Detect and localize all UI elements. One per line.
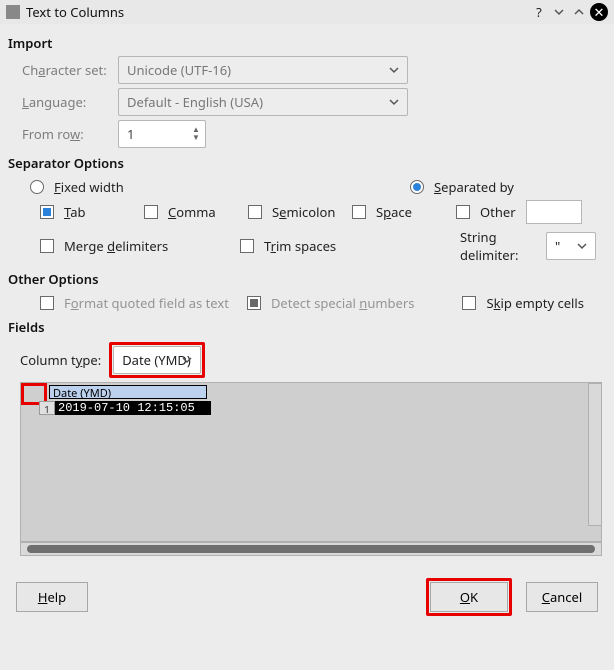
fromrow-label: From row: bbox=[22, 125, 118, 143]
column-type-value: Date (YMD) bbox=[122, 351, 191, 369]
string-delimiter-value: " bbox=[555, 237, 560, 255]
space-checkbox[interactable] bbox=[352, 205, 366, 219]
chevron-down-icon bbox=[389, 65, 399, 75]
preview-cell: 2019-07-10 12:15:05 bbox=[55, 401, 211, 415]
skip-empty-label: Skip empty cells bbox=[486, 294, 584, 312]
detect-numbers-checkbox[interactable] bbox=[247, 296, 261, 310]
minimize-window-button[interactable] bbox=[550, 3, 568, 21]
column-type-highlight: Date (YMD) bbox=[109, 342, 205, 378]
help-button[interactable]: Help bbox=[16, 582, 88, 612]
column-type-label: Column type: bbox=[20, 351, 101, 369]
merge-delimiters-label: Merge delimiters bbox=[64, 237, 168, 255]
chevron-down-icon bbox=[554, 7, 564, 17]
format-quoted-checkbox[interactable] bbox=[40, 296, 54, 310]
other-label: Other bbox=[480, 203, 516, 221]
charset-label: Character set: bbox=[22, 61, 118, 79]
tab-checkbox[interactable] bbox=[40, 205, 54, 219]
preview-column-header[interactable]: Date (YMD) bbox=[49, 385, 207, 399]
charset-value: Unicode (UTF-16) bbox=[127, 61, 231, 79]
ok-button[interactable]: OK bbox=[430, 582, 508, 612]
fixed-width-label: Fixed width bbox=[54, 178, 124, 196]
comma-checkbox[interactable] bbox=[144, 205, 158, 219]
close-window-button[interactable]: ✕ bbox=[590, 3, 608, 21]
preview-vertical-scrollbar[interactable] bbox=[588, 383, 602, 526]
spinner-stepper: ▲▼ bbox=[189, 122, 203, 146]
language-label: Language: bbox=[22, 93, 118, 111]
charset-combo: Unicode (UTF-16) bbox=[118, 56, 408, 84]
ok-button-highlight: OK bbox=[426, 578, 512, 616]
window-title: Text to Columns bbox=[26, 3, 528, 21]
detect-numbers-label: Detect special numbers bbox=[271, 294, 415, 312]
import-heading: Import bbox=[8, 34, 606, 52]
semicolon-label: Semicolon bbox=[272, 203, 335, 221]
language-value: Default - English (USA) bbox=[127, 93, 263, 111]
titlebar: Text to Columns ? ✕ bbox=[0, 0, 614, 24]
other-separator-input[interactable] bbox=[526, 200, 582, 224]
comma-label: Comma bbox=[168, 203, 216, 221]
space-label: Space bbox=[376, 203, 412, 221]
chevron-up-icon bbox=[574, 7, 584, 17]
fromrow-spinner: 1 ▲▼ bbox=[118, 120, 206, 148]
string-delimiter-combo[interactable]: " bbox=[546, 232, 596, 260]
semicolon-checkbox[interactable] bbox=[248, 205, 262, 219]
fields-preview[interactable]: Date (YMD) 1 2019-07-10 12:15:05 bbox=[20, 382, 602, 542]
trim-spaces-label: Trim spaces bbox=[264, 237, 336, 255]
other-options-heading: Other Options bbox=[8, 270, 606, 288]
chevron-down-icon bbox=[577, 241, 587, 251]
format-quoted-label: Format quoted field as text bbox=[64, 294, 229, 312]
separated-by-radio[interactable] bbox=[410, 180, 424, 194]
separator-heading: Separator Options bbox=[8, 154, 606, 172]
app-icon bbox=[6, 5, 20, 19]
fixed-width-radio[interactable] bbox=[30, 180, 44, 194]
trim-spaces-checkbox[interactable] bbox=[240, 239, 254, 253]
tab-label: Tab bbox=[64, 203, 86, 221]
separated-by-label: Separated by bbox=[434, 178, 514, 196]
fromrow-value: 1 bbox=[127, 125, 134, 143]
string-delimiter-label: String delimiter: bbox=[460, 228, 536, 264]
skip-empty-checkbox[interactable] bbox=[462, 296, 476, 310]
preview-row-number: 1 bbox=[39, 401, 55, 415]
merge-delimiters-checkbox[interactable] bbox=[40, 239, 54, 253]
preview-horizontal-scrollbar[interactable] bbox=[20, 542, 602, 556]
fields-heading: Fields bbox=[8, 318, 606, 336]
other-checkbox[interactable] bbox=[456, 205, 470, 219]
chevron-down-icon bbox=[389, 97, 399, 107]
help-window-button[interactable]: ? bbox=[530, 3, 548, 21]
column-type-combo[interactable]: Date (YMD) bbox=[113, 346, 201, 374]
maximize-window-button[interactable] bbox=[570, 3, 588, 21]
cancel-button[interactable]: Cancel bbox=[526, 582, 598, 612]
scrollbar-thumb[interactable] bbox=[27, 545, 595, 553]
language-combo: Default - English (USA) bbox=[118, 88, 408, 116]
